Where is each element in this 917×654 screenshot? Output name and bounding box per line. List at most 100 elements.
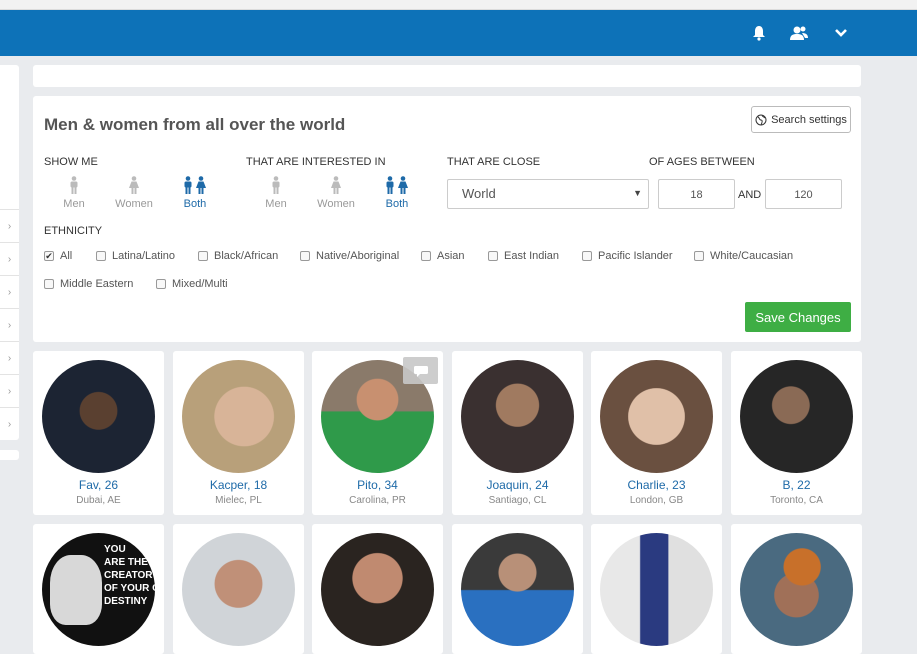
ethnicity-latina[interactable]: Latina/Latino (96, 250, 175, 262)
close-label: THAT ARE CLOSE (447, 156, 541, 168)
checkbox-icon (300, 251, 310, 261)
chat-icon[interactable] (403, 357, 438, 384)
sidebar-item[interactable]: › (0, 341, 19, 374)
profile-card[interactable]: Pito, 34 Carolina, PR (312, 351, 443, 515)
profile-name[interactable]: Pito, 34 (312, 478, 443, 492)
profile-card[interactable]: Charlie, 23 London, GB (591, 351, 722, 515)
ethnicity-label-text: All (60, 250, 73, 262)
profile-location: Mielec, PL (215, 495, 262, 506)
show-me-men[interactable]: Men (49, 176, 99, 210)
checkbox-icon (421, 251, 431, 261)
option-label: Women (115, 198, 153, 210)
profile-card[interactable]: B, 22 Toronto, CA (731, 351, 862, 515)
avatar: YOU ARE THE CREATOR OF YOUR OWN DESTINY (42, 533, 155, 646)
profile-card[interactable] (312, 524, 443, 654)
search-panel: Men & women from all over the world Sear… (33, 96, 861, 342)
profile-location: London, GB (629, 495, 684, 506)
profile-card[interactable] (731, 524, 862, 654)
profile-location: Carolina, PR (349, 495, 406, 506)
profile-name[interactable]: Charlie, 23 (591, 478, 722, 492)
checkbox-icon (694, 251, 704, 261)
profile-name[interactable]: Kacper, 18 (173, 478, 304, 492)
profile-name[interactable]: Fav, 26 (33, 478, 164, 492)
chevron-right-icon: › (7, 418, 12, 430)
ethnicity-pacific-islander[interactable]: Pacific Islander (582, 250, 673, 262)
sidebar-item[interactable]: › (0, 407, 19, 440)
avatar (600, 533, 713, 646)
sidebar-item[interactable]: › (0, 308, 19, 341)
friends-icon[interactable] (788, 22, 810, 44)
poster-line: ARE THE (104, 557, 148, 568)
option-label: Women (317, 198, 355, 210)
ethnicity-middle-eastern[interactable]: Middle Eastern (44, 278, 133, 290)
checkbox-icon (488, 251, 498, 261)
profile-card[interactable]: Fav, 26 Dubai, AE (33, 351, 164, 515)
poster-line: CREATOR (104, 570, 153, 581)
avatar (740, 533, 853, 646)
interested-both[interactable]: Both (372, 176, 422, 210)
avatar (182, 360, 295, 473)
checkbox-icon (198, 251, 208, 261)
profile-card[interactable]: YOU ARE THE CREATOR OF YOUR OWN DESTINY (33, 524, 164, 654)
top-navbar (0, 10, 917, 56)
chevron-right-icon: › (7, 253, 12, 265)
option-label: Both (385, 198, 409, 210)
ethnicity-all[interactable]: ✔ All (44, 250, 72, 262)
sidebar-item[interactable]: › (0, 275, 19, 308)
age-min-input[interactable]: 18 (658, 179, 735, 209)
profile-name[interactable]: Joaquin, 24 (452, 478, 583, 492)
ethnicity-label-text: East Indian (504, 250, 560, 262)
option-label: Men (63, 198, 85, 210)
chevron-right-icon: › (7, 220, 12, 232)
female-icon (331, 176, 341, 194)
bell-icon[interactable] (748, 22, 770, 44)
ethnicity-white[interactable]: White/Caucasian (694, 250, 793, 262)
checkbox-icon (96, 251, 106, 261)
interested-in-label: THAT ARE INTERESTED IN (246, 156, 386, 168)
checkbox-icon (44, 279, 54, 289)
profile-card[interactable] (452, 524, 583, 654)
sidebar-item[interactable]: › (0, 242, 19, 275)
sidebar-footer (0, 450, 19, 460)
profile-location: Toronto, CA (770, 495, 823, 506)
ethnicity-native[interactable]: Native/Aboriginal (300, 250, 399, 262)
male-icon (70, 176, 78, 194)
age-and-label: AND (738, 189, 762, 201)
blank-card (33, 65, 861, 87)
sidebar-item[interactable]: › (0, 209, 19, 242)
checkbox-checked-icon: ✔ (44, 251, 54, 261)
location-select[interactable]: World ▼ (447, 179, 649, 209)
chevron-right-icon: › (7, 319, 12, 331)
save-changes-button[interactable]: Save Changes (745, 302, 851, 332)
profile-card[interactable]: Joaquin, 24 Santiago, CL (452, 351, 583, 515)
ethnicity-label-text: White/Caucasian (710, 250, 794, 262)
profile-name[interactable]: B, 22 (731, 478, 862, 492)
search-settings-button[interactable]: Search settings (751, 106, 851, 133)
male-icon (272, 176, 280, 194)
poster-line: OF YOUR OWN (104, 583, 155, 594)
chevron-down-icon[interactable] (830, 22, 852, 44)
interested-women[interactable]: Women (311, 176, 361, 210)
left-sidebar: › › › › › › › (0, 65, 19, 440)
show-me-both[interactable]: Both (170, 176, 220, 210)
ethnicity-asian[interactable]: Asian (421, 250, 465, 262)
show-me-women[interactable]: Women (109, 176, 159, 210)
sidebar-item[interactable]: › (0, 374, 19, 407)
age-max-input[interactable]: 120 (765, 179, 842, 209)
ethnicity-mixed[interactable]: Mixed/Multi (156, 278, 228, 290)
avatar (740, 360, 853, 473)
chevron-right-icon: › (7, 286, 12, 298)
poster-text: YOU ARE THE CREATOR OF YOUR OWN DESTINY (104, 543, 155, 608)
profile-card[interactable] (591, 524, 722, 654)
search-settings-label: Search settings (771, 113, 847, 126)
checkbox-icon (582, 251, 592, 261)
chevron-right-icon: › (7, 352, 12, 364)
chevron-right-icon: › (7, 385, 12, 397)
ethnicity-east-indian[interactable]: East Indian (488, 250, 559, 262)
ethnicity-black[interactable]: Black/African (198, 250, 278, 262)
profile-card[interactable] (173, 524, 304, 654)
ethnicity-label-text: Latina/Latino (112, 250, 175, 262)
profile-card[interactable]: Kacper, 18 Mielec, PL (173, 351, 304, 515)
ethnicity-label-text: Pacific Islander (598, 250, 673, 262)
interested-men[interactable]: Men (251, 176, 301, 210)
